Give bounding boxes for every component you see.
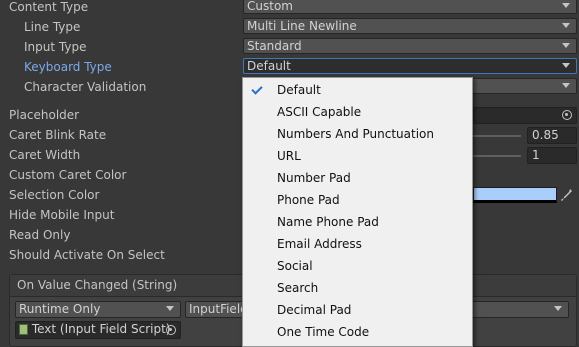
caret-width-slider[interactable] [473, 155, 521, 157]
event-target-field[interactable]: Text (Input Field Script) [15, 321, 181, 339]
line-type-dropdown[interactable]: Multi Line Newline [243, 18, 577, 34]
menu-item-ascii-capable[interactable]: ASCII Capable [243, 101, 472, 123]
runtime-value: Runtime Only [19, 302, 101, 316]
keyboard-type-value: Default [247, 59, 291, 73]
menu-item-label: Name Phone Pad [277, 215, 379, 229]
chevron-down-icon [562, 83, 570, 88]
menu-item-number-pad[interactable]: Number Pad [243, 167, 472, 189]
chevron-down-icon [554, 306, 562, 311]
caret-blink-rate-field[interactable]: 0.85 [527, 127, 577, 144]
menu-item-numbers-and-punctuation[interactable]: Numbers And Punctuation [243, 123, 472, 145]
menu-item-email-address[interactable]: Email Address [243, 233, 472, 255]
menu-item-social[interactable]: Social [243, 255, 472, 277]
event-target-value: Text (Input Field Script) [31, 322, 171, 336]
menu-item-one-time-code[interactable]: One Time Code [243, 321, 472, 343]
caret-blink-rate-label: Caret Blink Rate [9, 128, 107, 142]
caret-width-field[interactable]: 1 [527, 147, 577, 164]
menu-item-url[interactable]: URL [243, 145, 472, 167]
menu-item-label: Decimal Pad [277, 303, 352, 317]
object-picker-icon[interactable] [562, 110, 572, 120]
caret-width-label: Caret Width [9, 148, 81, 162]
input-type-value: Standard [247, 39, 302, 53]
runtime-dropdown[interactable]: Runtime Only [15, 301, 181, 318]
character-validation-label: Character Validation [24, 80, 147, 94]
line-type-value: Multi Line Newline [247, 19, 357, 33]
content-type-value: Custom [247, 0, 293, 13]
chevron-down-icon [562, 43, 570, 48]
menu-item-default[interactable]: Default [243, 79, 472, 101]
input-type-dropdown[interactable]: Standard [243, 38, 577, 54]
menu-item-label: ASCII Capable [277, 105, 362, 119]
eyedropper-icon[interactable] [561, 188, 573, 202]
placeholder-label: Placeholder [9, 108, 80, 122]
menu-item-label: Numbers And Punctuation [277, 127, 435, 141]
keyboard-type-label: Keyboard Type [24, 60, 112, 74]
hide-mobile-input-label: Hide Mobile Input [9, 208, 115, 222]
chevron-down-icon [562, 23, 570, 28]
menu-item-label: Email Address [277, 237, 362, 251]
menu-item-label: Default [277, 83, 321, 97]
line-type-label: Line Type [24, 20, 81, 34]
menu-item-decimal-pad[interactable]: Decimal Pad [243, 299, 472, 321]
read-only-label: Read Only [9, 228, 71, 242]
object-picker-icon[interactable] [166, 325, 176, 335]
menu-item-label: Phone Pad [277, 193, 340, 207]
chevron-down-icon [562, 63, 570, 68]
chevron-down-icon [562, 3, 570, 8]
keyboard-type-menu: Default ASCII Capable Numbers And Punctu… [242, 77, 473, 347]
content-type-dropdown[interactable]: Custom [243, 0, 577, 14]
chevron-down-icon [166, 306, 174, 311]
menu-item-label: Number Pad [277, 171, 351, 185]
function-value: InputField [189, 302, 248, 316]
menu-item-label: One Time Code [277, 325, 370, 339]
selection-color-label: Selection Color [9, 188, 100, 202]
script-icon [19, 324, 28, 335]
caret-blink-rate-slider[interactable] [473, 135, 521, 137]
should-activate-on-select-label: Should Activate On Select [9, 248, 165, 262]
content-type-label: Content Type [9, 0, 89, 14]
menu-item-label: Search [277, 281, 319, 295]
placeholder-object-field[interactable] [473, 107, 577, 124]
menu-item-phone-pad[interactable]: Phone Pad [243, 189, 472, 211]
menu-item-label: URL [277, 149, 301, 163]
selection-color-swatch[interactable] [473, 187, 557, 203]
menu-item-label: Social [277, 259, 313, 273]
checkmark-icon [251, 83, 263, 95]
input-type-label: Input Type [24, 40, 87, 54]
menu-item-search[interactable]: Search [243, 277, 472, 299]
menu-item-name-phone-pad[interactable]: Name Phone Pad [243, 211, 472, 233]
custom-caret-color-label: Custom Caret Color [9, 168, 127, 182]
keyboard-type-dropdown[interactable]: Default [243, 58, 577, 74]
